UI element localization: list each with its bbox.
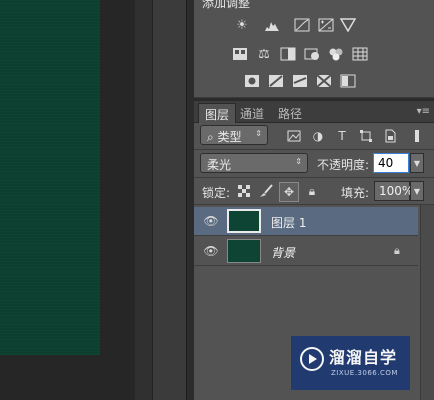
visibility-eye-icon[interactable]: 👁︎	[203, 244, 219, 258]
opacity-input[interactable]: 40	[373, 153, 409, 173]
layer-row-1[interactable]: 👁︎ 图层 1	[194, 207, 418, 236]
curves-icon[interactable]	[294, 18, 310, 32]
document-canvas-area[interactable]	[0, 0, 152, 400]
updown-arrow-icon: ⇕	[255, 129, 262, 138]
layer-thumbnail	[227, 209, 261, 233]
blend-mode-value: 柔光	[207, 158, 232, 172]
vibrance-icon[interactable]	[232, 47, 248, 61]
invert-icon[interactable]	[244, 74, 260, 88]
brightness-contrast-icon[interactable]: ☀	[234, 18, 250, 33]
color-balance-icon[interactable]: ⚖	[256, 47, 272, 62]
layers-scrollbar[interactable]	[420, 205, 434, 400]
separator	[194, 149, 434, 150]
separator	[194, 177, 434, 178]
fill-input[interactable]: 100%	[374, 181, 413, 201]
panel-tab-strip: 图层 通道 路径 ▾≡	[194, 101, 434, 123]
tab-paths[interactable]: 路径	[272, 103, 308, 123]
opacity-label: 不透明度:	[317, 158, 370, 172]
pixel-filter-icon[interactable]	[287, 129, 301, 143]
play-logo-icon	[300, 347, 324, 371]
layer-row-background[interactable]: 👁︎ 背景 🔒︎	[194, 237, 418, 266]
gradient-triangle-icon[interactable]	[340, 18, 356, 32]
shape-filter-icon[interactable]	[359, 129, 373, 143]
opacity-dropdown-button[interactable]: ▼	[410, 153, 424, 173]
type-filter-icon[interactable]: T	[335, 129, 349, 143]
color-lookup-icon[interactable]	[352, 47, 368, 61]
lock-transparent-pixels-icon[interactable]	[236, 183, 252, 199]
black-white-icon[interactable]	[280, 47, 296, 61]
fill-label: 填充:	[341, 186, 370, 200]
adjustments-title: 添加调整	[202, 0, 251, 10]
levels-icon[interactable]	[264, 18, 280, 32]
selective-color-icon[interactable]	[316, 74, 332, 88]
channel-mixer-icon[interactable]	[328, 47, 344, 61]
photo-filter-icon[interactable]	[304, 47, 320, 61]
smart-object-filter-icon[interactable]	[383, 129, 397, 143]
lock-icon: 🔒︎	[394, 244, 400, 257]
adjustment-filter-icon[interactable]: ◑	[311, 129, 325, 143]
layer-filter-kind-dropdown[interactable]: ⌕ 类型 ⇕	[200, 125, 268, 145]
lock-position-move-icon[interactable]: ✥	[279, 182, 299, 202]
threshold-icon[interactable]	[292, 74, 308, 88]
filter-toggle-icon[interactable]	[410, 129, 424, 143]
watermark-title: 溜溜自学	[329, 348, 398, 367]
lock-image-pixels-brush-icon[interactable]	[258, 183, 274, 199]
blend-mode-dropdown[interactable]: 柔光 ⇕	[200, 153, 308, 173]
updown-arrow-icon: ⇕	[295, 157, 302, 166]
lock-label: 锁定:	[202, 186, 231, 200]
layer-thumbnail	[227, 239, 261, 263]
canvas-scroll-edge	[135, 0, 152, 400]
tab-layers[interactable]: 图层	[198, 103, 237, 123]
adjustments-panel: 添加调整 ☀ ⚖	[194, 0, 434, 98]
watermark-logo: 溜溜自学 ZIXUE.3066.COM	[291, 336, 410, 390]
posterize-icon[interactable]	[268, 74, 284, 88]
separator	[194, 204, 434, 205]
gradient-map-icon[interactable]	[340, 74, 356, 88]
visibility-eye-icon[interactable]: 👁︎	[203, 214, 219, 228]
filter-kind-value: 类型	[217, 130, 242, 144]
search-icon: ⌕	[207, 130, 218, 144]
document-canvas[interactable]	[0, 0, 100, 355]
panel-divider[interactable]	[186, 0, 194, 400]
panel-menu-icon[interactable]: ▾≡	[417, 106, 430, 117]
tab-channels[interactable]: 通道	[234, 103, 270, 123]
watermark-subtitle: ZIXUE.3066.COM	[331, 369, 398, 377]
layer-name[interactable]: 图层 1	[271, 214, 306, 231]
fill-dropdown-button[interactable]: ▼	[410, 181, 424, 201]
exposure-icon[interactable]	[318, 18, 334, 32]
lock-all-icon[interactable]: 🔒︎	[304, 183, 320, 199]
layer-name[interactable]: 背景	[271, 244, 295, 261]
